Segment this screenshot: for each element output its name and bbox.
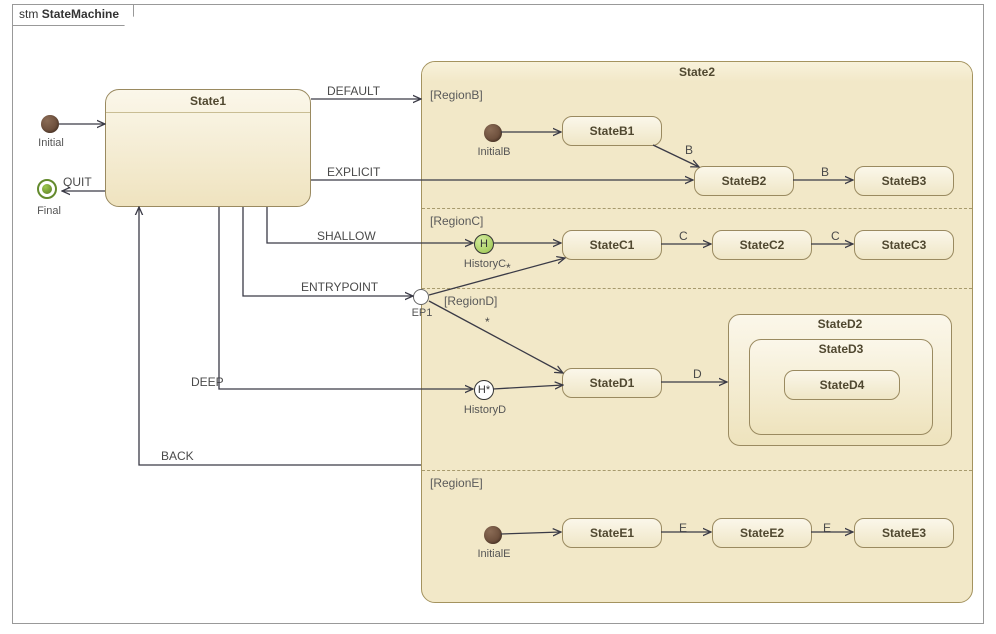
- entrypoint-ep1[interactable]: [413, 289, 429, 305]
- transition-e2-label: E: [823, 521, 831, 535]
- transition-e1-label: E: [679, 521, 687, 535]
- initialB-label: InitialB: [470, 146, 518, 158]
- transition-b1-label: B: [685, 143, 693, 157]
- state-d3[interactable]: StateD3 StateD4: [749, 339, 933, 435]
- initial-pseudostate[interactable]: [41, 115, 59, 133]
- state1-title: State1: [106, 90, 310, 113]
- state-d4[interactable]: StateD4: [784, 370, 900, 400]
- historyD-label: HistoryD: [458, 404, 512, 416]
- region-divider-bc: [422, 208, 972, 209]
- region-divider-cd: [422, 288, 972, 289]
- transition-b2-label: B: [821, 165, 829, 179]
- initialB-pseudostate[interactable]: [484, 124, 502, 142]
- initial-label: Initial: [31, 137, 71, 149]
- initialE-pseudostate[interactable]: [484, 526, 502, 544]
- historyC-label: HistoryC: [458, 258, 512, 270]
- transition-default-label: DEFAULT: [327, 84, 380, 98]
- state-b2[interactable]: StateB2: [694, 166, 794, 196]
- state2-title: State2: [422, 62, 972, 82]
- ep1-label: EP1: [405, 307, 439, 319]
- frame-title-tab: stm StateMachine: [12, 4, 134, 26]
- state-c3[interactable]: StateC3: [854, 230, 954, 260]
- ep1-default-star: *: [485, 315, 490, 329]
- history-shallow-glyph: H: [480, 238, 488, 250]
- transition-entrypoint-label: ENTRYPOINT: [301, 280, 378, 294]
- frame-prefix: stm: [19, 7, 38, 21]
- historyC-default-star: *: [506, 261, 511, 275]
- state-e3[interactable]: StateE3: [854, 518, 954, 548]
- final-inner-dot: [42, 184, 52, 194]
- state-e1[interactable]: StateE1: [562, 518, 662, 548]
- state-d2[interactable]: StateD2 StateD3 StateD4: [728, 314, 952, 446]
- region-c-label: [RegionC]: [430, 214, 483, 228]
- region-e-label: [RegionE]: [430, 476, 483, 490]
- final-label: Final: [29, 205, 69, 217]
- transition-c1-label: C: [679, 229, 688, 243]
- frame-title: StateMachine: [42, 7, 119, 21]
- state-d2-title: StateD2: [729, 315, 951, 331]
- region-divider-de: [422, 470, 972, 471]
- historyC-pseudostate[interactable]: H: [474, 234, 494, 254]
- transition-quit-label: QUIT: [63, 175, 92, 189]
- initialE-label: InitialE: [470, 548, 518, 560]
- state-e2[interactable]: StateE2: [712, 518, 812, 548]
- transition-explicit-label: EXPLICIT: [327, 165, 380, 179]
- state-d1[interactable]: StateD1: [562, 368, 662, 398]
- edge-back: [139, 207, 421, 465]
- transition-deep-label: DEEP: [191, 375, 224, 389]
- historyD-pseudostate[interactable]: H*: [474, 380, 494, 400]
- state-d3-title: StateD3: [750, 340, 932, 356]
- transition-c2-label: C: [831, 229, 840, 243]
- region-d-label: [RegionD]: [444, 294, 497, 308]
- history-deep-glyph: H*: [478, 384, 490, 396]
- transition-back-label: BACK: [161, 449, 194, 463]
- region-b-label: [RegionB]: [430, 88, 483, 102]
- state-state2[interactable]: State2 [RegionB] [RegionC] [RegionD] [Re…: [421, 61, 973, 603]
- state-b1[interactable]: StateB1: [562, 116, 662, 146]
- transition-d-label: D: [693, 367, 702, 381]
- state-c2[interactable]: StateC2: [712, 230, 812, 260]
- transition-shallow-label: SHALLOW: [317, 229, 376, 243]
- state-b3[interactable]: StateB3: [854, 166, 954, 196]
- state-c1[interactable]: StateC1: [562, 230, 662, 260]
- state-state1[interactable]: State1: [105, 89, 311, 207]
- diagram-frame: stm StateMachine Initial Final State1 St…: [12, 4, 984, 624]
- final-pseudostate[interactable]: [37, 179, 57, 199]
